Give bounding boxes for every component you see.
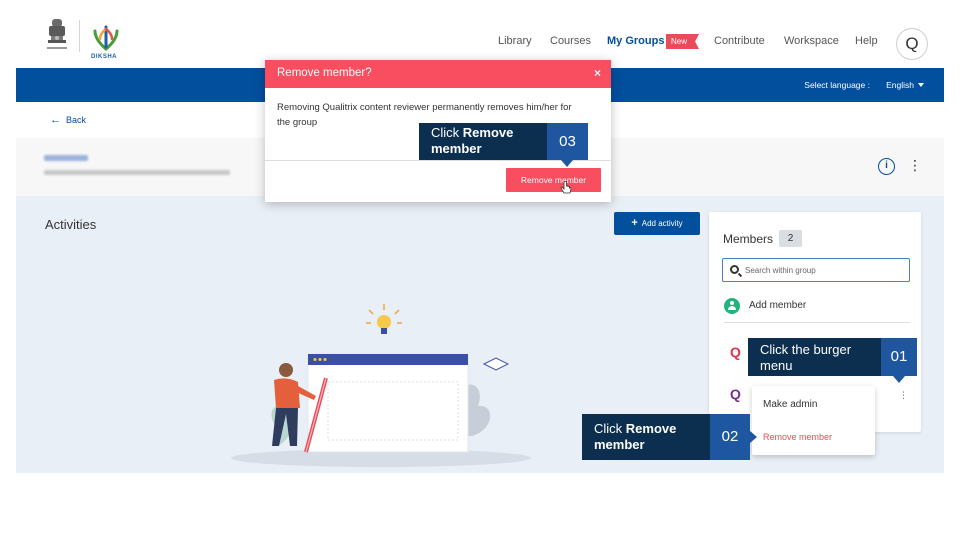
- callout-02-text: Click Remove member: [582, 414, 710, 460]
- group-kebab-icon[interactable]: ⋮: [908, 158, 922, 172]
- confirm-remove-member-button[interactable]: Remove member: [506, 168, 601, 192]
- member-search-box: [722, 258, 910, 282]
- panel-divider: [724, 322, 910, 323]
- info-icon[interactable]: i: [878, 158, 895, 175]
- back-label: Back: [66, 115, 87, 125]
- nav-contribute[interactable]: Contribute: [714, 35, 765, 47]
- nav-courses[interactable]: Courses: [550, 35, 591, 47]
- dialog-title: Remove member?: [277, 67, 372, 79]
- add-activity-label: Add activity: [641, 219, 683, 228]
- arrow-left-icon: ←: [50, 114, 61, 126]
- empty-activities-illustration: [231, 304, 531, 467]
- nav-help[interactable]: Help: [855, 35, 878, 47]
- menu-item-make-admin[interactable]: Make admin: [763, 399, 817, 410]
- dialog-header: Remove member? ×: [265, 60, 611, 88]
- new-badge: New: [666, 34, 700, 49]
- member-avatar: Q: [730, 386, 741, 402]
- activities-title: Activities: [45, 217, 97, 232]
- members-count-badge: 2: [779, 230, 802, 247]
- chevron-down-icon[interactable]: [918, 83, 924, 87]
- add-user-icon: [724, 298, 740, 314]
- language-select[interactable]: English: [886, 80, 914, 90]
- nav-workspace[interactable]: Workspace: [784, 35, 839, 47]
- language-label: Select language :: [804, 80, 870, 90]
- callout-03-number: 03: [547, 123, 588, 167]
- nav-my-groups[interactable]: My Groups: [607, 35, 664, 47]
- member-avatar: Q: [730, 344, 741, 360]
- callout-03-text: Click Remove member: [419, 123, 547, 160]
- member-search-input[interactable]: [745, 262, 905, 278]
- logo-divider: [79, 20, 80, 52]
- diksha-logo-text: DIKSHA: [90, 54, 117, 60]
- callout-03-prefix: Click: [431, 125, 463, 140]
- callout-01-number: 01: [881, 338, 917, 383]
- blurred-group-creator: [44, 170, 230, 175]
- callout-01-text: Click the burger menu: [748, 338, 881, 376]
- menu-item-remove-member[interactable]: Remove member: [763, 432, 832, 442]
- search-icon: [730, 265, 739, 274]
- add-activity-button[interactable]: + Add activity: [614, 212, 700, 235]
- close-icon[interactable]: ×: [594, 66, 601, 80]
- national-emblem-logo: [47, 19, 67, 49]
- user-avatar[interactable]: Q: [896, 28, 928, 60]
- plus-icon: +: [631, 217, 638, 229]
- back-button[interactable]: ← Back: [50, 114, 86, 126]
- callout-02-prefix: Click: [594, 421, 626, 436]
- hand-cursor-icon: [560, 181, 572, 194]
- member-kebab-icon[interactable]: ⋮: [899, 390, 908, 401]
- callout-02-number: 02: [710, 414, 757, 460]
- member-context-menu: Make admin Remove member: [752, 386, 875, 455]
- members-title: Members: [723, 232, 774, 246]
- dialog-divider: [265, 160, 611, 161]
- blurred-group-name: [44, 155, 88, 161]
- nav-library[interactable]: Library: [498, 35, 532, 47]
- add-member-label: Add member: [749, 300, 807, 311]
